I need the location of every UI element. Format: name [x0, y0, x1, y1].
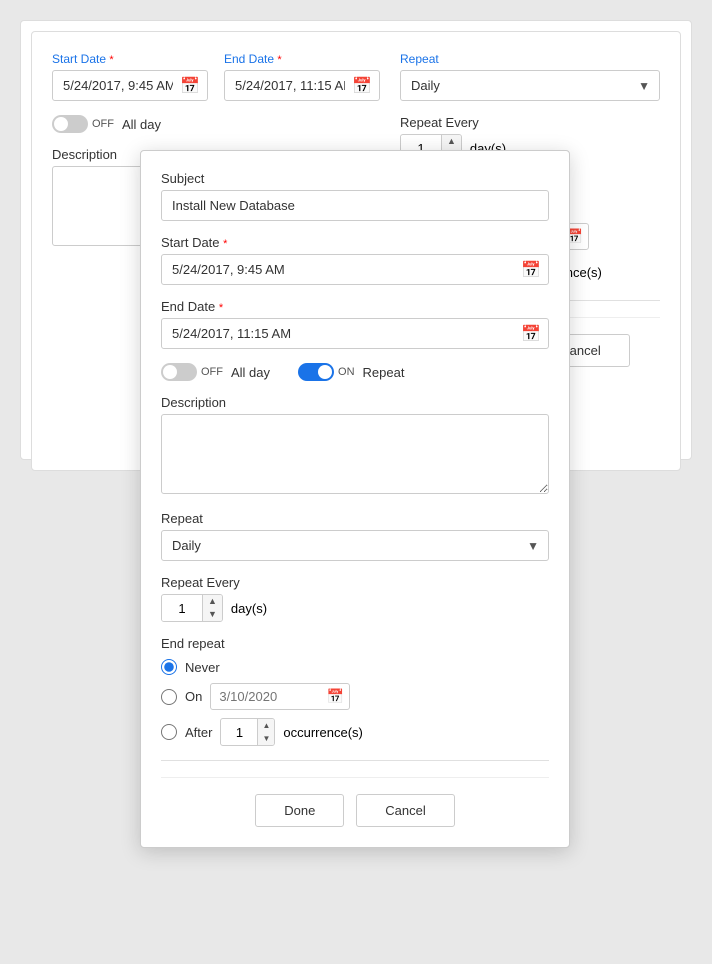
- modal-description-input[interactable]: [161, 414, 549, 494]
- modal-repeat-toggle[interactable]: ON: [298, 363, 355, 381]
- modal-allday-toggle-label: OFF: [201, 366, 223, 378]
- modal-end-on-label[interactable]: On: [185, 689, 202, 704]
- modal-end-on-date-input[interactable]: [210, 683, 350, 710]
- modal-end-after-radio[interactable]: [161, 724, 177, 740]
- main-repeat-every-up[interactable]: ▲: [442, 135, 461, 148]
- modal-end-date-label: End Date *: [161, 299, 549, 314]
- main-end-cal-icon[interactable]: 📅: [352, 76, 372, 96]
- modal-repeat-label: Repeat: [161, 511, 549, 526]
- modal-done-button[interactable]: Done: [255, 794, 344, 827]
- main-repeat-select[interactable]: Daily Weekly Monthly Yearly: [400, 70, 660, 101]
- modal-start-cal-icon[interactable]: 📅: [521, 260, 541, 280]
- modal-after-value-input[interactable]: [221, 721, 257, 744]
- modal-cancel-button[interactable]: Cancel: [356, 794, 454, 827]
- main-repeat-label: Repeat: [400, 52, 660, 66]
- modal-repeat-select[interactable]: Daily Weekly Monthly Yearly: [161, 530, 549, 561]
- modal-form: Subject Start Date * 📅 End Date * 📅: [140, 150, 570, 848]
- main-allday-toggle-label: OFF: [92, 118, 114, 130]
- modal-start-date-input[interactable]: [161, 254, 549, 285]
- modal-after-up[interactable]: ▲: [258, 719, 274, 732]
- modal-end-cal-icon[interactable]: 📅: [521, 324, 541, 344]
- modal-end-after-label[interactable]: After: [185, 725, 212, 740]
- main-start-cal-icon[interactable]: 📅: [180, 76, 200, 96]
- modal-end-never-radio[interactable]: [161, 659, 177, 675]
- modal-repeat-every-unit: day(s): [231, 601, 267, 616]
- main-allday-toggle[interactable]: OFF: [52, 115, 114, 133]
- modal-end-never-label[interactable]: Never: [185, 660, 220, 675]
- modal-repeat-every-label: Repeat Every: [161, 575, 549, 590]
- modal-repeat-toggle-text: Repeat: [363, 365, 405, 380]
- main-repeat-every-label: Repeat Every: [400, 115, 506, 130]
- modal-subject-label: Subject: [161, 171, 549, 186]
- modal-description-label: Description: [161, 395, 549, 410]
- modal-allday-label: All day: [231, 365, 270, 380]
- modal-after-down[interactable]: ▼: [258, 732, 274, 745]
- modal-end-date-input[interactable]: [161, 318, 549, 349]
- modal-end-repeat-label: End repeat: [161, 636, 549, 651]
- main-end-date-label: End Date *: [224, 52, 380, 66]
- main-allday-label: All day: [122, 117, 161, 132]
- modal-repeat-every-down[interactable]: ▼: [203, 608, 222, 621]
- modal-subject-input[interactable]: [161, 190, 549, 221]
- modal-repeat-toggle-label: ON: [338, 366, 355, 378]
- modal-start-date-label: Start Date *: [161, 235, 549, 250]
- modal-end-on-radio[interactable]: [161, 689, 177, 705]
- modal-allday-toggle[interactable]: OFF: [161, 363, 223, 381]
- modal-occurrence-label: occurrence(s): [283, 725, 362, 740]
- modal-repeat-every-input[interactable]: [162, 596, 202, 621]
- main-start-date-label: Start Date *: [52, 52, 208, 66]
- modal-repeat-every-up[interactable]: ▲: [203, 595, 222, 608]
